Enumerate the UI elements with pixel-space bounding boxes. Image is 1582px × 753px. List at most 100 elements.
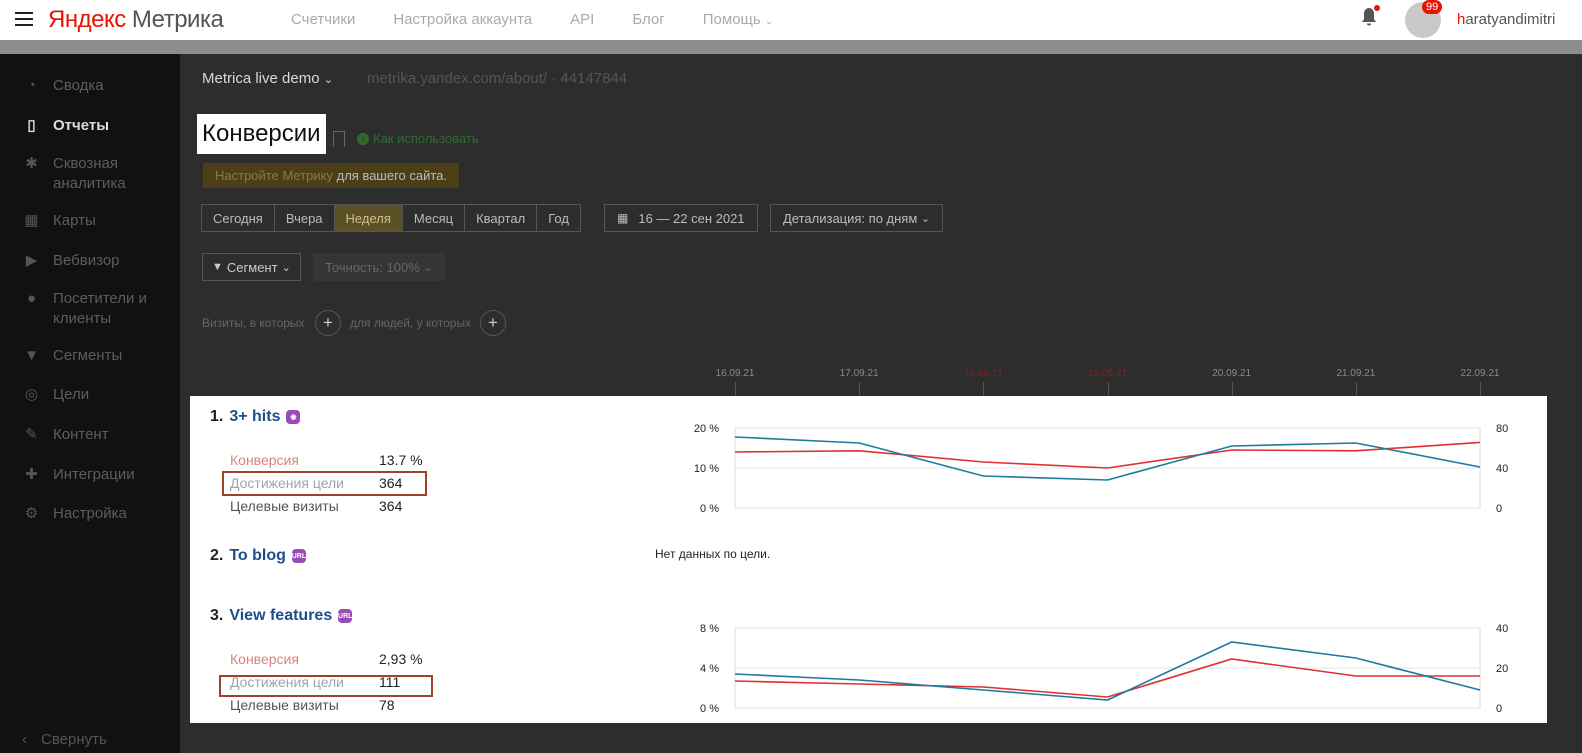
bookmark-icon[interactable] xyxy=(333,131,345,147)
sidebar-item-goals[interactable]: ◎ Цели xyxy=(22,385,153,405)
goal-name-link[interactable]: View features xyxy=(229,607,332,625)
conversion-series-line xyxy=(734,441,1481,469)
puzzle-icon: ✚ xyxy=(25,465,38,483)
setup-warning-text: для вашего сайта. xyxy=(333,168,448,183)
sidebar-item-maps[interactable]: ▦ Карты xyxy=(22,211,153,231)
howto-link[interactable]: i Как использовать xyxy=(357,131,479,146)
period-today[interactable]: Сегодня xyxy=(201,204,275,232)
detail-label: Детализация: по дням xyxy=(783,210,918,226)
sidebar-item-label: Карты xyxy=(53,212,96,229)
y-tick-left: 0 % xyxy=(700,703,719,715)
nav-counters[interactable]: Счетчики xyxy=(291,11,355,28)
goal-number: 3. xyxy=(210,607,224,624)
goal-name-link[interactable]: 3+ hits xyxy=(229,408,280,426)
sidebar-item-label: Сегменты xyxy=(53,347,123,364)
date-tick-line xyxy=(1355,382,1357,396)
goal-3-title: 3. View features URL xyxy=(210,607,352,625)
period-month[interactable]: Месяц xyxy=(401,204,466,232)
bell-icon[interactable] xyxy=(1361,5,1380,27)
add-visit-condition-button[interactable]: + xyxy=(315,310,341,336)
gauge-icon: ◔ xyxy=(26,76,37,94)
visits-label: Целевые визиты xyxy=(230,697,339,713)
chevron-down-icon: ⌄ xyxy=(281,261,291,274)
sidebar-item-webvisor[interactable]: ▶ Вебвизор xyxy=(22,251,153,271)
y-tick-right: 40 xyxy=(1496,623,1508,635)
nav-help[interactable]: Помощь ⌄ xyxy=(703,11,774,28)
pen-icon: ✎ xyxy=(25,425,38,443)
chevron-down-icon: ⌄ xyxy=(423,261,433,274)
chevron-down-icon: ⌄ xyxy=(920,212,931,225)
gear-icon: ⚙ xyxy=(24,504,39,522)
date-tick-line xyxy=(1231,382,1233,396)
username-rest: aratyandimitri xyxy=(1465,11,1556,28)
accuracy-dropdown[interactable]: Точность: 100% ⌄ xyxy=(313,253,445,281)
add-people-condition-button[interactable]: + xyxy=(480,310,506,336)
segment-label: Сегмент xyxy=(226,259,278,275)
conversion-label: Конверсия xyxy=(230,452,299,468)
date-axis: 16.09.21 17.09.21 18.09.21 19.09.21 20.09.21… xyxy=(716,366,1499,396)
play-icon: ▶ xyxy=(25,251,38,269)
y-tick-right: 0 xyxy=(1496,703,1502,715)
period-quarter[interactable]: Квартал xyxy=(464,204,538,232)
date-tick-line xyxy=(983,382,985,396)
visits-value: 78 xyxy=(379,697,395,713)
notification-badge: 99 xyxy=(1422,0,1443,14)
line-chart: 0 % 4 % 8 % 0 20 40 xyxy=(700,623,1508,715)
y-tick-right: 20 xyxy=(1496,663,1508,675)
visits-label: Целевые визиты xyxy=(230,498,339,514)
date-tick: 22.09.21 xyxy=(1460,368,1500,379)
date-tick-line xyxy=(859,382,861,396)
condition-visits-label: Визиты, в которых xyxy=(202,316,305,330)
date-range-picker[interactable]: ▦ 16 — 22 сен 2021 xyxy=(604,204,758,232)
sidebar-item-content[interactable]: ✎ Контент xyxy=(22,425,153,445)
date-tick-line xyxy=(735,382,736,396)
setup-link[interactable]: Настройте Метрику xyxy=(215,168,333,183)
detail-dropdown[interactable]: Детализация: по дням ⌄ xyxy=(770,204,944,232)
sidebar-item-label: Сквозная аналитика xyxy=(53,155,126,192)
views-goal-icon: ◉ xyxy=(286,410,301,424)
menu-icon[interactable] xyxy=(15,12,33,26)
period-yesterday[interactable]: Вчера xyxy=(273,204,335,232)
collapse-sidebar-button[interactable]: ‹ Свернуть xyxy=(22,731,107,748)
y-tick-left: 0 % xyxy=(700,503,719,515)
y-tick-left: 10 % xyxy=(694,463,719,475)
sidebar: ◔ Сводка ▯ Отчеты ✱ Сквозная аналитика ▦ Кар… xyxy=(0,54,180,753)
visits-series-line xyxy=(734,436,1481,481)
counter-selector[interactable]: Metrica live demo ⌄ xyxy=(202,70,333,87)
date-tick: 21.09.21 xyxy=(1336,368,1376,379)
nav-api[interactable]: API xyxy=(570,11,594,28)
sidebar-item-reports[interactable]: ▯ Отчеты xyxy=(22,116,153,136)
header-shade xyxy=(0,40,1582,54)
period-selector: Сегодня Вчера Неделя Месяц Квартал Год xyxy=(201,204,581,232)
counter-name: Metrica live demo xyxy=(202,70,320,87)
target-icon: ◎ xyxy=(24,385,39,403)
conversion-value: 2,93 % xyxy=(379,651,423,667)
bar-chart-icon: ▯ xyxy=(27,116,36,134)
segment-button[interactable]: ▼ Сегмент ⌄ xyxy=(202,253,301,281)
period-year[interactable]: Год xyxy=(536,204,581,232)
sidebar-item-segments[interactable]: ▼ Сегменты xyxy=(22,346,153,366)
reaches-label: Достижения цели xyxy=(230,475,345,491)
conversion-value: 13.7 % xyxy=(379,452,423,468)
sidebar-item-visitors[interactable]: ● Посетители и клиенты xyxy=(22,289,153,329)
sidebar-item-integrations[interactable]: ✚ Интеграции xyxy=(22,465,153,485)
goal-name-link[interactable]: To blog xyxy=(229,547,286,565)
line-chart: 0 % 10 % 20 % 0 40 80 xyxy=(694,423,1508,515)
nav-account-settings[interactable]: Настройка аккаунта xyxy=(393,11,532,28)
sidebar-item-summary[interactable]: ◔ Сводка xyxy=(22,76,153,96)
y-tick-left: 4 % xyxy=(700,663,719,675)
logo-product: Метрика xyxy=(131,6,224,33)
period-week[interactable]: Неделя xyxy=(333,204,403,232)
sidebar-item-settings[interactable]: ⚙ Настройка xyxy=(22,504,153,524)
sidebar-item-label: Настройка xyxy=(53,505,127,522)
nav-blog[interactable]: Блог xyxy=(632,11,664,28)
username[interactable]: haratyandimitri xyxy=(1457,11,1555,28)
sidebar-item-end-to-end[interactable]: ✱ Сквозная аналитика xyxy=(22,154,153,194)
calendar-icon: ▦ xyxy=(617,211,629,225)
accuracy-label: Точность: 100% xyxy=(325,259,420,275)
person-icon: ● xyxy=(26,289,37,307)
logo[interactable]: Яндекс Метрика xyxy=(48,6,224,34)
date-range-label: 16 — 22 сен 2021 xyxy=(638,210,745,226)
date-tick: 19.09.21 xyxy=(1088,368,1127,379)
goal-1-chart: 0 % 10 % 20 % 0 40 80 xyxy=(650,418,1530,518)
